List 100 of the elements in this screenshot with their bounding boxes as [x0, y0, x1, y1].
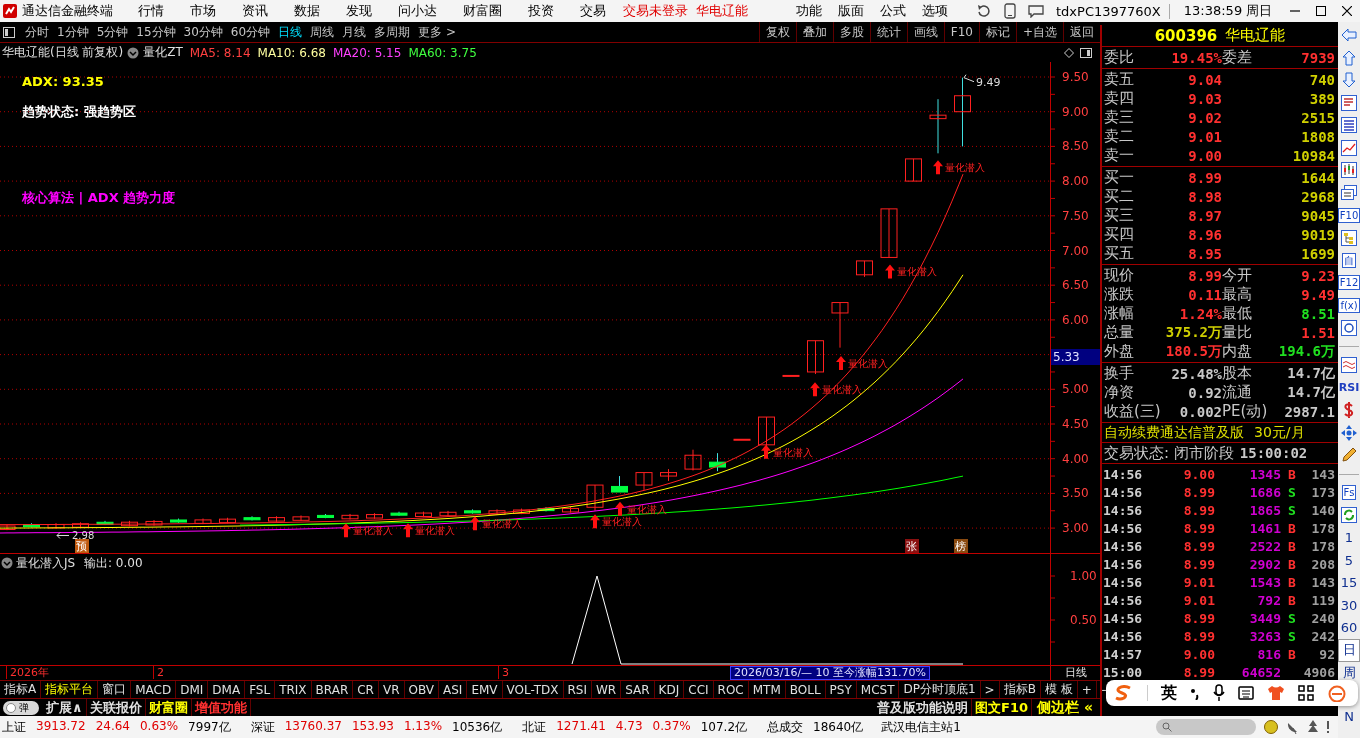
indicator-tab[interactable]: 模 板 [1040, 681, 1078, 698]
period-tab[interactable]: 60分钟 [226, 22, 275, 42]
formula-name[interactable]: 量化ZT [143, 44, 183, 61]
indicator-tab[interactable]: 指标A [0, 681, 42, 698]
indicator-tab[interactable]: CR [353, 681, 379, 698]
indicator-tab[interactable]: BRAR [311, 681, 354, 698]
toolbar-button[interactable]: F10 [943, 22, 979, 42]
menu-item[interactable]: 选项 [914, 2, 956, 20]
panel-icon[interactable] [1080, 47, 1092, 58]
toolbar-button[interactable]: 叠加 [795, 22, 833, 42]
menu-item[interactable]: 数据 [281, 2, 333, 20]
period-button[interactable]: N [1338, 705, 1360, 728]
period-tab[interactable]: 多周期 [370, 22, 415, 42]
sidebar-button[interactable]: f(x) [1338, 297, 1360, 313]
menu-item[interactable]: 资讯 [229, 2, 281, 20]
period-button[interactable]: 30 [1338, 594, 1360, 617]
menu-item[interactable]: 公式 [872, 2, 914, 20]
indicator-tab[interactable]: VOL-TDX [502, 681, 564, 698]
message-icon[interactable] [1028, 4, 1044, 18]
sidebar-button[interactable]: F10 [1337, 207, 1360, 223]
menu-item[interactable]: 问小达 [385, 2, 450, 20]
menu-item[interactable]: 财富圈 [450, 2, 515, 20]
menu-item[interactable]: 投资 [515, 2, 567, 20]
sidebar-button[interactable]: Fs [1341, 485, 1357, 501]
indicator-tab[interactable]: FSL [245, 681, 276, 698]
indicator-tab[interactable]: 指标B [999, 681, 1041, 698]
chevron-circle-icon[interactable] [127, 46, 140, 59]
indicator-tab[interactable]: 指标平台 [41, 681, 99, 698]
indicator-tab[interactable]: EMV [467, 681, 503, 698]
indicator-tab[interactable]: OBV [404, 681, 440, 698]
sidebar-button[interactable]: 自 [1342, 252, 1356, 268]
promo-price[interactable]: 30元/月 [1254, 423, 1305, 442]
toggle-switch[interactable]: 弹 [3, 700, 39, 715]
period-button[interactable]: 60 [1338, 616, 1360, 639]
phone-icon[interactable] [1004, 3, 1016, 19]
period-tab[interactable]: 5分钟 [92, 22, 133, 42]
search-field[interactable] [1156, 719, 1256, 735]
indicator-tab[interactable]: MCST [856, 681, 900, 698]
period-tab[interactable]: 周线 [306, 22, 339, 42]
indicator-tab[interactable]: KDJ [654, 681, 685, 698]
punctuation-icon[interactable] [1190, 686, 1200, 700]
toolbar-button[interactable]: +自选 [1015, 22, 1063, 42]
panel-toggle-icon[interactable] [3, 26, 15, 38]
indicator-tab[interactable]: SAR [621, 681, 655, 698]
indicator-tab[interactable]: BOLL [785, 681, 826, 698]
toolbar-button[interactable]: 统计 [869, 22, 907, 42]
toolbar-button[interactable]: 画线 [906, 22, 944, 42]
shirt-icon[interactable] [1267, 685, 1285, 701]
ime-mode-button[interactable]: 英 [1161, 682, 1177, 704]
period-tab[interactable]: 1分钟 [53, 22, 93, 42]
indicator-tab[interactable]: TRIX [275, 681, 312, 698]
indicator-tab[interactable]: ASI [439, 681, 468, 698]
indicator-tab[interactable]: MTM [748, 681, 786, 698]
period-button[interactable]: 周 [1338, 661, 1360, 684]
menu-item[interactable]: 发现 [333, 2, 385, 20]
indicator-tab[interactable]: 窗口 [98, 681, 132, 698]
period-button[interactable]: 5 [1338, 549, 1360, 572]
indicator-tab[interactable]: PSY [825, 681, 857, 698]
menu-item[interactable]: 功能 [788, 2, 830, 20]
refresh-icon[interactable] [976, 4, 992, 18]
menu-item[interactable]: 版面 [830, 2, 872, 20]
status-link[interactable]: 华电辽能 [692, 2, 752, 20]
exclamation-icon[interactable] [1326, 720, 1330, 734]
keyboard-icon[interactable] [1238, 686, 1254, 700]
period-tab[interactable]: 更多 > [414, 22, 460, 42]
microphone-icon[interactable] [1213, 684, 1225, 702]
grid-icon[interactable] [1298, 685, 1314, 701]
menu-item[interactable]: 交易 [567, 2, 619, 20]
diamond-icon[interactable] [1064, 47, 1074, 58]
period-tab[interactable]: 月线 [338, 22, 371, 42]
indicator-tab[interactable]: CCI [684, 681, 714, 698]
indicator-tab[interactable]: MACD [131, 681, 177, 698]
promo-link[interactable]: 自动续费通达信普及版 [1104, 423, 1244, 442]
indicator-tab[interactable]: + [1077, 681, 1097, 698]
coin-icon[interactable] [1264, 720, 1278, 734]
period-tab[interactable]: 日线 [274, 22, 307, 42]
indicator-tab[interactable]: WR [592, 681, 622, 698]
status-link[interactable]: 交易未登录 [619, 2, 692, 20]
chevron-circle-icon[interactable] [1, 557, 13, 569]
toolbar-button[interactable]: 复权 [758, 22, 796, 42]
indicator-tab[interactable]: DMI [176, 681, 209, 698]
menu-item[interactable]: 行情 [125, 2, 177, 20]
toolbar-button[interactable]: 返回 [1063, 22, 1100, 42]
toolbar-button[interactable]: 标记 [978, 22, 1016, 42]
period-tab[interactable]: 分时 [21, 22, 53, 42]
indicator-tab[interactable]: > [980, 681, 1000, 698]
indicator-tab[interactable]: RSI [563, 681, 592, 698]
sidebar-button[interactable]: F12 [1337, 275, 1360, 291]
period-tab[interactable]: 30分钟 [179, 22, 227, 42]
indicator-tab[interactable]: ROC [713, 681, 749, 698]
sidebar-button[interactable]: RSI [1338, 381, 1360, 395]
period-button[interactable]: 15 [1338, 571, 1360, 594]
indicator-tab[interactable]: VR [378, 681, 405, 698]
period-button[interactable]: 1 [1338, 526, 1360, 549]
menu-item[interactable]: 市场 [177, 2, 229, 20]
period-tab[interactable]: 15分钟 [132, 22, 180, 42]
toolbar-button[interactable]: 多股 [832, 22, 870, 42]
indicator-tab[interactable]: DP分时顶底1 [899, 681, 981, 698]
period-button[interactable]: 日 [1338, 639, 1360, 662]
indicator-tab[interactable]: DMA [208, 681, 246, 698]
